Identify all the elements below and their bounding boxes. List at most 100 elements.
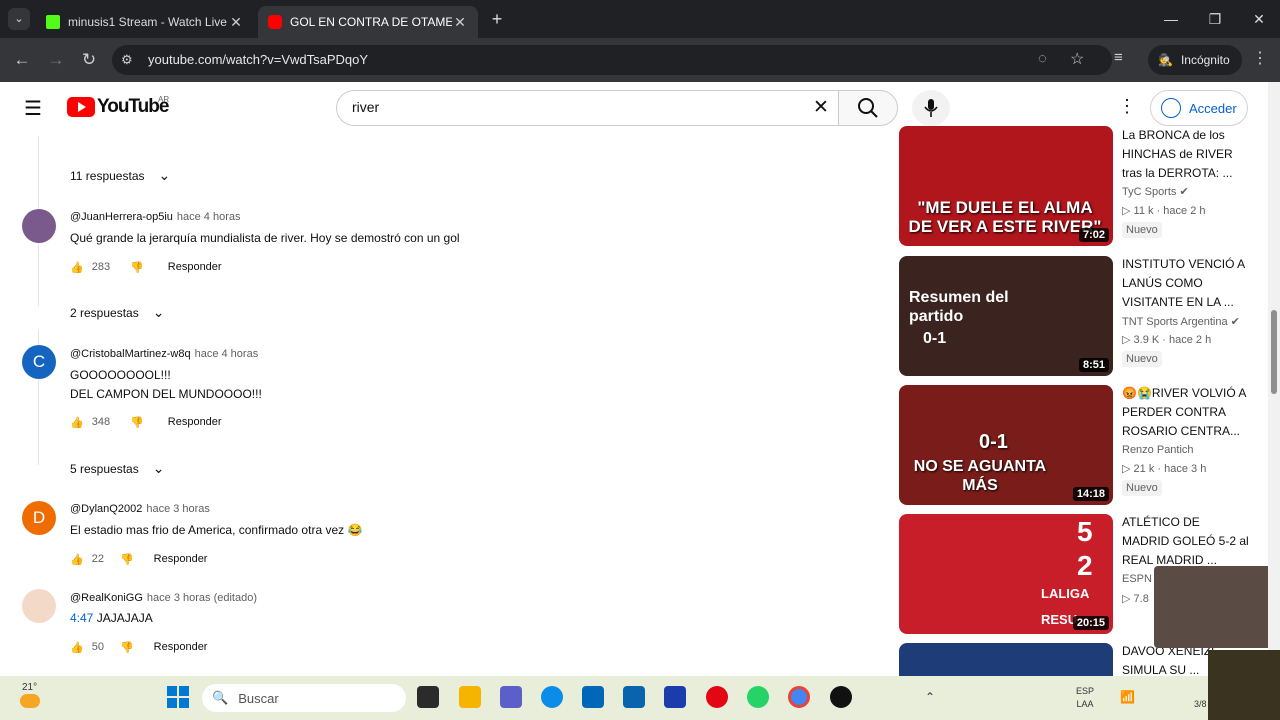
chevron-down-icon: ⌄ [158,167,171,183]
teams-icon[interactable] [500,686,522,708]
search-box[interactable] [336,90,850,126]
video-thumbnail[interactable]: Resumen del partido 0-1 8:51 [899,256,1113,376]
video-title[interactable]: ATLÉTICO DE MADRID GOLEÓ 5-2 al REAL MAD… [1122,513,1250,570]
chrome-icon[interactable] [788,686,810,708]
store-icon[interactable] [582,686,604,708]
avatar[interactable] [22,589,56,623]
chrome-menu-icon[interactable]: ⋮ [1252,48,1268,68]
comment-author[interactable]: @JuanHerrera-op5iu hace 4 horas [70,211,241,223]
tab-search-button[interactable]: ⌄ [8,8,30,30]
reload-icon[interactable]: ↻ [77,48,101,72]
like-icon[interactable]: 👍 [70,261,84,274]
eye-off-icon[interactable]: ◌ [1038,50,1047,67]
chevron-up-icon[interactable]: ⌃ [925,690,935,704]
wifi-icon[interactable]: 📶 [1120,690,1135,704]
windows-start-icon[interactable] [167,686,189,708]
video-title[interactable]: 😡😭RIVER VOLVIÓ A PERDER CONTRA ROSARIO C… [1122,384,1250,441]
timestamp-link[interactable]: 4:47 [70,611,93,625]
new-tab-icon[interactable]: + [482,8,512,30]
video-channel[interactable]: TNT Sports Argentina ✔ [1122,315,1240,328]
reply-button[interactable]: Responder [154,553,208,565]
search-button[interactable] [838,90,898,126]
video-meta: ▷ 21 k · hace 3 h [1122,463,1207,475]
task-view-icon[interactable] [417,686,439,708]
thumbnail-score-bottom: 2 [1077,550,1093,581]
incognito-badge[interactable]: 🕵 Incógnito [1148,45,1242,75]
whatsapp-icon[interactable] [747,686,769,708]
avatar[interactable]: D [22,501,56,535]
comment-time: hace 3 horas (editado) [146,592,257,604]
video-channel[interactable]: Renzo Pantich [1122,444,1194,456]
video-channel[interactable]: TyC Sports ✔ [1122,185,1189,198]
video-meta: ▷ 11 k · hace 2 h [1122,205,1206,217]
video-thumbnail[interactable]: 0-1 NO SE AGUANTA MÁS 14:18 [899,385,1113,505]
outlook-icon[interactable] [623,686,645,708]
avatar[interactable]: C [22,345,56,379]
browser-tab-1[interactable]: minusis1 Stream - Watch Live o ✕ [36,6,254,38]
comment-text: El estadio mas frio de America, confirma… [70,523,363,537]
dislike-icon[interactable]: 👎 [120,553,134,566]
more-options-icon[interactable]: ⋮ [1118,96,1136,117]
video-thumbnail[interactable] [899,643,1113,676]
reply-button[interactable]: Responder [168,261,222,273]
scrollbar-thumb[interactable] [1271,310,1277,394]
bookmark-star-icon[interactable]: ☆ [1070,49,1084,69]
language-indicator[interactable]: ESP LAA [1076,685,1094,711]
like-icon[interactable]: 👍 [70,416,84,429]
page-scrollbar[interactable] [1268,82,1280,676]
video-thumbnail[interactable]: 5 2 LALIGA RESU 20:15 [899,514,1113,634]
close-tab-icon[interactable]: ✕ [228,14,244,31]
voice-search-button[interactable] [912,90,950,126]
like-count: 283 [91,261,111,273]
browser-tab-2[interactable]: GOL EN CONTRA DE OTAMENDI ✕ [258,6,478,38]
like-count: 22 [91,553,104,565]
replies-toggle[interactable]: 2 respuestas ⌄ [70,304,164,321]
file-explorer-icon[interactable] [459,686,481,708]
youtube-logo-icon[interactable] [67,97,95,117]
clock-date[interactable]: 3/8 [1194,699,1207,709]
hamburger-menu-icon[interactable]: ☰ [24,96,42,121]
thumbnail-caption: NO SE AGUANTA MÁS [913,458,1047,494]
video-duration: 14:18 [1072,487,1109,501]
replies-count: 11 respuestas [70,168,145,183]
video-channel[interactable]: ESPN [1122,573,1152,585]
like-icon[interactable]: 👍 [70,641,84,654]
avatar[interactable] [22,209,56,243]
weather-icon[interactable] [20,694,40,708]
video-thumbnail[interactable]: "ME DUELE EL ALMA DE VER A ESTE RIVER" 7… [899,126,1113,246]
comment-author[interactable]: @RealKoniGG hace 3 horas (editado) [70,592,257,604]
site-info-icon[interactable]: ⚙ [121,52,133,68]
back-icon[interactable]: ← [10,48,34,72]
like-icon[interactable]: 👍 [70,553,84,566]
disney-plus-icon[interactable] [664,686,686,708]
sign-in-button[interactable]: Acceder [1150,90,1248,126]
search-input[interactable]: river [352,99,379,115]
replies-toggle[interactable]: 11 respuestas ⌄ [70,167,170,184]
dislike-icon[interactable]: 👎 [130,261,144,274]
incognito-label: Incógnito [1180,53,1230,67]
url-text[interactable]: youtube.com/watch?v=VwdTsaPDqoY [148,52,368,67]
dislike-icon[interactable]: 👎 [120,641,134,654]
comment-author[interactable]: @CristobalMartinez-w8q hace 4 horas [70,348,258,360]
restore-icon[interactable]: ❐ [1200,8,1230,30]
weather-temp[interactable]: 21° [22,682,37,693]
minimize-icon[interactable]: — [1156,8,1186,30]
forward-icon[interactable]: → [44,48,68,72]
video-title[interactable]: La BRONCA de los HINCHAS de RIVER tras l… [1122,126,1250,183]
reply-button[interactable]: Responder [154,641,208,653]
app-icon[interactable] [830,686,852,708]
replies-toggle[interactable]: 5 respuestas ⌄ [70,460,164,477]
close-tab-icon[interactable]: ✕ [452,14,468,31]
reply-button[interactable]: Responder [168,416,222,428]
comment-author[interactable]: @DylanQ2002 hace 3 horas [70,503,210,515]
clear-search-icon[interactable]: ✕ [813,96,829,119]
close-window-icon[interactable]: ✕ [1244,8,1274,30]
account-icon [1161,98,1181,118]
dislike-icon[interactable]: 👎 [130,416,144,429]
video-title[interactable]: INSTITUTO VENCIÓ A LANÚS COMO VISITANTE … [1122,255,1250,312]
media-controls-icon[interactable]: ≡ [1114,49,1123,66]
video-meta: ▷ 3.9 K · hace 2 h [1122,334,1212,346]
taskbar-search[interactable]: 🔍 Buscar [202,684,406,712]
edge-icon[interactable] [541,686,563,708]
opera-icon[interactable] [706,686,728,708]
